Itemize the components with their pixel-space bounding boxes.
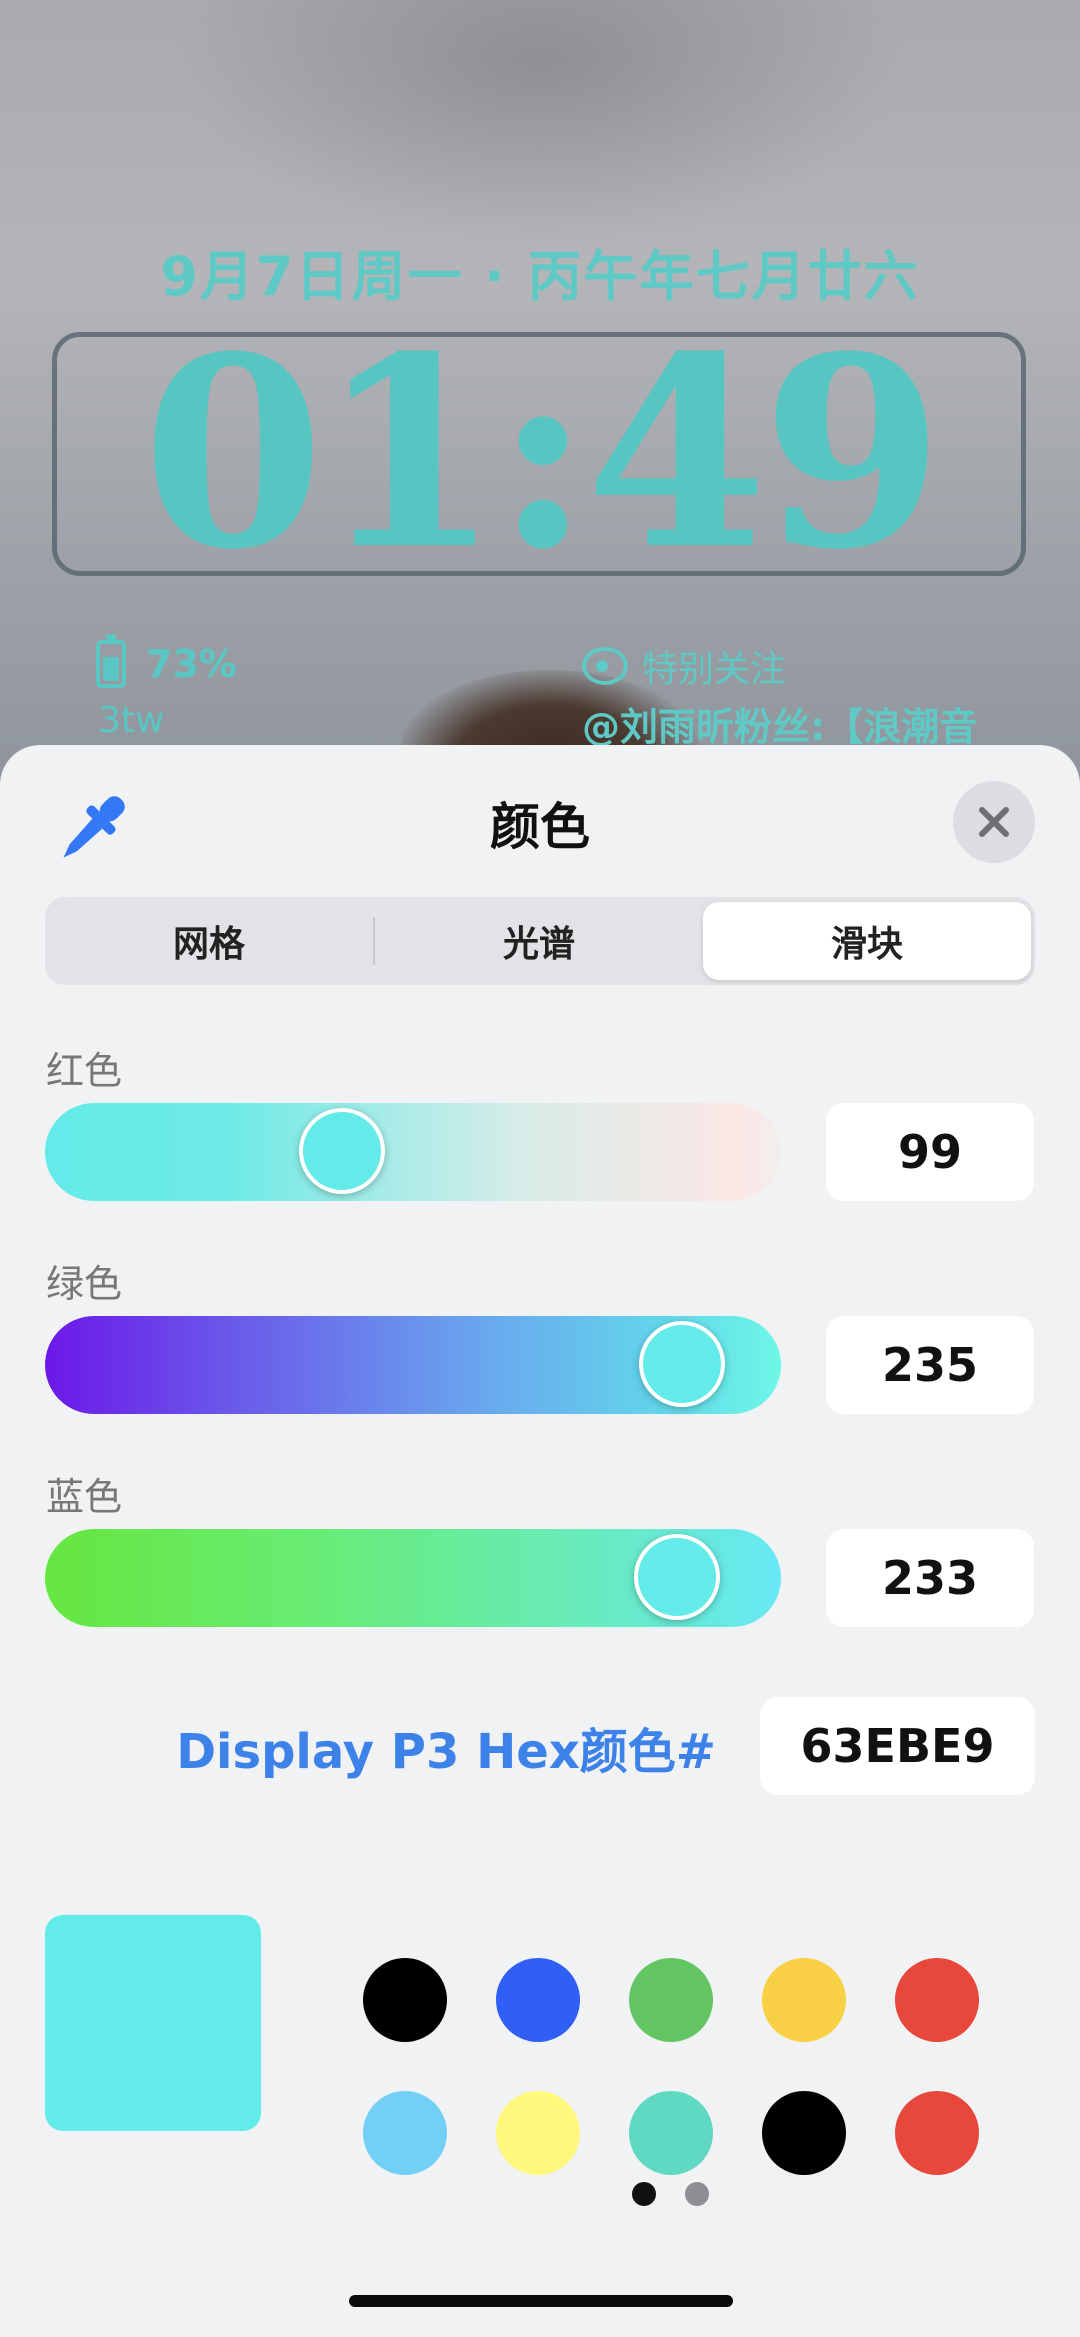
battery-percent: 73% [146, 642, 237, 686]
color-picker-sheet: 颜色 网格 光谱 滑块 红色 99 绿色 235 蓝色 233 Display … [0, 745, 1080, 2337]
red-slider-label: 红色 [46, 1049, 123, 1093]
page-dot-2[interactable] [685, 2182, 709, 2206]
blue-slider-label: 蓝色 [46, 1475, 123, 1519]
red-slider[interactable] [45, 1103, 781, 1201]
hex-color-field[interactable]: 63EBE9 [760, 1697, 1035, 1795]
swatch-red-2[interactable] [895, 2091, 979, 2175]
battery-icon [96, 634, 126, 688]
swatch-black[interactable] [363, 1958, 447, 2042]
weibo-widget-title: 特别关注 [642, 649, 787, 690]
sheet-title: 颜色 [490, 798, 590, 856]
weibo-widget-text: @刘雨昕粉丝:【浪潮音 [582, 705, 978, 749]
close-icon [979, 807, 1009, 837]
weibo-widget[interactable]: 特别关注 [582, 640, 786, 692]
green-slider-thumb[interactable] [639, 1321, 726, 1407]
lockscreen-clock: 01:49 [142, 299, 944, 607]
picker-mode-segmented-control: 网格 光谱 滑块 [45, 897, 1035, 985]
blue-value-field[interactable]: 233 [826, 1529, 1034, 1627]
red-value-field[interactable]: 99 [826, 1103, 1034, 1201]
blue-slider-thumb[interactable] [634, 1534, 721, 1620]
green-slider[interactable] [45, 1316, 781, 1414]
home-indicator[interactable] [349, 2295, 733, 2307]
red-slider-thumb[interactable] [298, 1108, 385, 1194]
tab-spectrum[interactable]: 光谱 [375, 902, 703, 980]
swatch-mint[interactable] [629, 2091, 713, 2175]
swatch-yellow[interactable] [762, 1958, 846, 2042]
battery-widget[interactable]: 73% [96, 634, 237, 688]
swatch-red[interactable] [895, 1958, 979, 2042]
current-color-preview [45, 1915, 261, 2131]
swatch-light-blue[interactable] [363, 2091, 447, 2175]
green-value-field[interactable]: 235 [826, 1316, 1034, 1414]
swatch-blue[interactable] [496, 1958, 580, 2042]
swatch-light-yellow[interactable] [496, 2091, 580, 2175]
swatch-black-2[interactable] [762, 2091, 846, 2175]
tab-sliders[interactable]: 滑块 [703, 902, 1031, 980]
page-dot-1[interactable] [632, 2182, 656, 2206]
hex-color-label: Display P3 Hex颜色# [176, 1724, 716, 1780]
close-button[interactable] [953, 781, 1035, 863]
weibo-icon [582, 647, 628, 685]
tab-grid[interactable]: 网格 [45, 902, 373, 980]
green-slider-label: 绿色 [46, 1262, 123, 1306]
blue-slider[interactable] [45, 1529, 781, 1627]
battery-widget-subtext: 3tw [98, 700, 165, 741]
swatch-green[interactable] [629, 1958, 713, 2042]
